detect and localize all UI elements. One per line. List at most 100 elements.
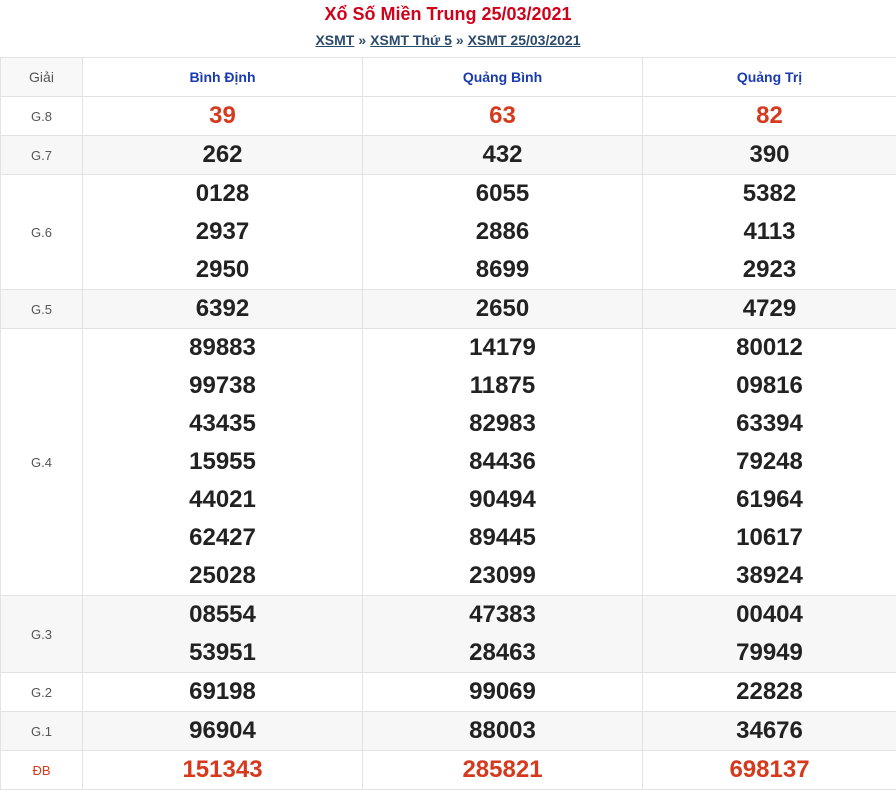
prize-cell: 4729: [643, 290, 896, 329]
prize-number: 0128: [83, 175, 362, 213]
prize-number: 39: [83, 97, 362, 135]
prize-cell: 262: [83, 136, 363, 175]
table-row: G.1969048800334676: [1, 712, 896, 751]
prize-cell: 538241132923: [643, 175, 896, 290]
prize-number: 62427: [83, 519, 362, 557]
prize-label: G.6: [1, 175, 83, 290]
prize-number: 390: [643, 136, 896, 174]
prize-label: ĐB: [1, 751, 83, 790]
prize-number: 82: [643, 97, 896, 135]
breadcrumb-separator: »: [456, 32, 464, 48]
table-row: G.5639226504729: [1, 290, 896, 329]
prize-number: 96904: [83, 712, 362, 750]
prize-number: 63394: [643, 405, 896, 443]
prize-number: 69198: [83, 673, 362, 711]
prize-cell: 151343: [83, 751, 363, 790]
prize-number: 44021: [83, 481, 362, 519]
prize-number: 2886: [363, 213, 642, 251]
prize-cell: 0855453951: [83, 596, 363, 673]
prize-number: 25028: [83, 557, 362, 595]
prize-number: 80012: [643, 329, 896, 367]
prize-number: 262: [83, 136, 362, 174]
prize-label: G.1: [1, 712, 83, 751]
prize-label: G.4: [1, 329, 83, 596]
prize-number: 14179: [363, 329, 642, 367]
prize-number: 47383: [363, 596, 642, 634]
prize-cell: 0040479949: [643, 596, 896, 673]
prize-number: 38924: [643, 557, 896, 595]
table-row: G.48988399738434351595544021624272502814…: [1, 329, 896, 596]
table-row: G.3085545395147383284630040479949: [1, 596, 896, 673]
prize-label: G.3: [1, 596, 83, 673]
prize-number: 08554: [83, 596, 362, 634]
prize-number: 285821: [363, 751, 642, 789]
prize-cell: 012829372950: [83, 175, 363, 290]
prize-cell: 4738328463: [363, 596, 643, 673]
prize-cell: 63: [363, 97, 643, 136]
prize-number: 99069: [363, 673, 642, 711]
prize-number: 00404: [643, 596, 896, 634]
prize-number: 61964: [643, 481, 896, 519]
prize-cell: 99069: [363, 673, 643, 712]
prize-number: 22828: [643, 673, 896, 711]
prize-cell: 34676: [643, 712, 896, 751]
prize-label: G.8: [1, 97, 83, 136]
prize-number: 82983: [363, 405, 642, 443]
prize-cell: 2650: [363, 290, 643, 329]
page-header: Xổ Số Miền Trung 25/03/2021 XSMT »XSMT Th…: [0, 0, 896, 57]
prize-cell: 82: [643, 97, 896, 136]
results-table: Giải Bình Định Quảng Bình Quảng Trị G.83…: [0, 57, 896, 790]
table-row: G.8396382: [1, 97, 896, 136]
prize-number: 4113: [643, 213, 896, 251]
table-row: G.2691989906922828: [1, 673, 896, 712]
prize-number: 84436: [363, 443, 642, 481]
prize-number: 53951: [83, 634, 362, 672]
breadcrumb-xsmt-date[interactable]: XSMT 25/03/2021: [468, 32, 581, 48]
province-header[interactable]: Quảng Trị: [643, 58, 896, 97]
prize-number: 15955: [83, 443, 362, 481]
prize-cell: 89883997384343515955440216242725028: [83, 329, 363, 596]
breadcrumb-xsmt-thu5[interactable]: XSMT Thứ 5: [370, 32, 452, 48]
prize-cell: 390: [643, 136, 896, 175]
prize-number: 88003: [363, 712, 642, 750]
prize-number: 698137: [643, 751, 896, 789]
prize-number: 2650: [363, 290, 642, 328]
prize-label: G.2: [1, 673, 83, 712]
prize-number: 151343: [83, 751, 362, 789]
prize-label: G.5: [1, 290, 83, 329]
prize-cell: 285821: [363, 751, 643, 790]
province-header[interactable]: Quảng Bình: [363, 58, 643, 97]
prize-cell: 22828: [643, 673, 896, 712]
giai-column-header: Giải: [1, 58, 83, 97]
prize-number: 10617: [643, 519, 896, 557]
prize-number: 6392: [83, 290, 362, 328]
prize-number: 79949: [643, 634, 896, 672]
prize-number: 5382: [643, 175, 896, 213]
prize-cell: 605528868699: [363, 175, 643, 290]
table-header-row: Giải Bình Định Quảng Bình Quảng Trị: [1, 58, 896, 97]
prize-cell: 88003: [363, 712, 643, 751]
prize-cell: 69198: [83, 673, 363, 712]
prize-number: 34676: [643, 712, 896, 750]
page-title: Xổ Số Miền Trung 25/03/2021: [0, 3, 896, 25]
prize-cell: 14179118758298384436904948944523099: [363, 329, 643, 596]
prize-number: 28463: [363, 634, 642, 672]
prize-cell: 80012098166339479248619641061738924: [643, 329, 896, 596]
prize-number: 6055: [363, 175, 642, 213]
prize-number: 11875: [363, 367, 642, 405]
prize-cell: 432: [363, 136, 643, 175]
prize-cell: 698137: [643, 751, 896, 790]
prize-number: 43435: [83, 405, 362, 443]
prize-number: 63: [363, 97, 642, 135]
prize-number: 90494: [363, 481, 642, 519]
prize-number: 79248: [643, 443, 896, 481]
prize-label: G.7: [1, 136, 83, 175]
province-header[interactable]: Bình Định: [83, 58, 363, 97]
prize-number: 23099: [363, 557, 642, 595]
table-row: ĐB151343285821698137: [1, 751, 896, 790]
prize-number: 09816: [643, 367, 896, 405]
breadcrumb-xsmt[interactable]: XSMT: [315, 32, 354, 48]
prize-number: 8699: [363, 251, 642, 289]
prize-number: 99738: [83, 367, 362, 405]
prize-cell: 6392: [83, 290, 363, 329]
